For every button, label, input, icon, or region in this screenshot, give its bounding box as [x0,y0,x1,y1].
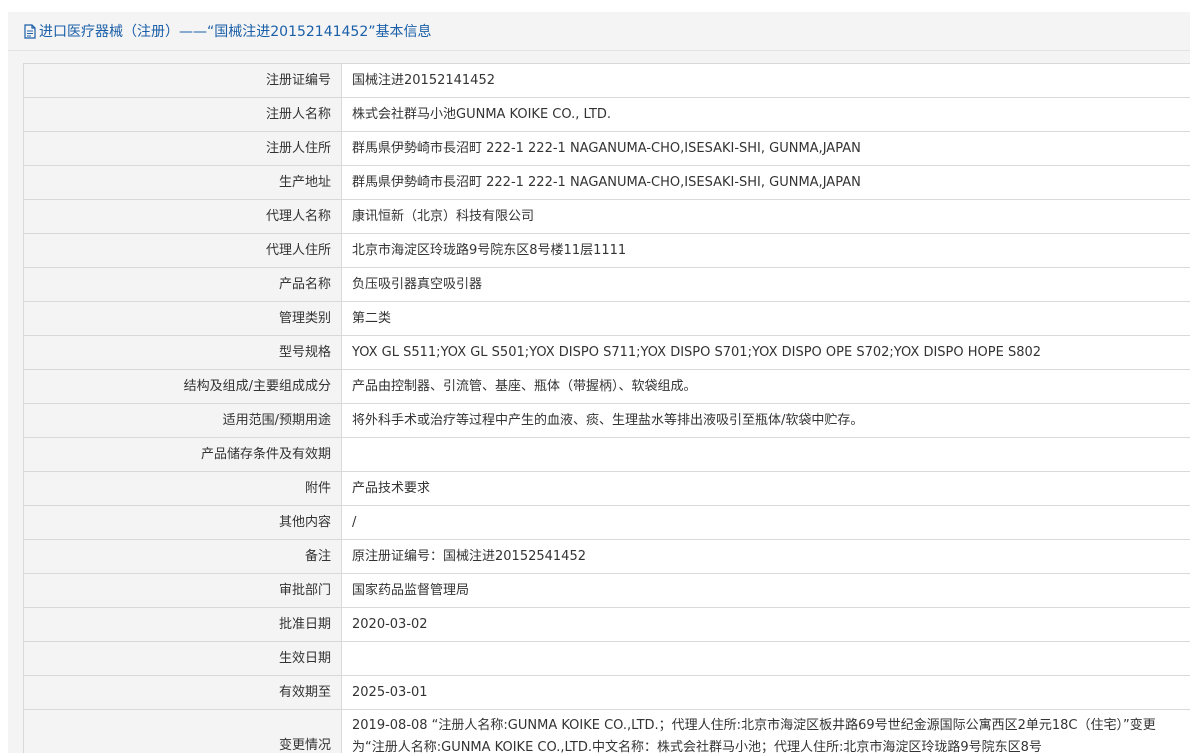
field-label: 审批部门 [23,573,342,608]
field-value: 康讯恒新（北京）科技有限公司 [341,199,1190,234]
document-icon [24,23,36,39]
field-value: 国械注进20152141452 [341,63,1190,98]
table-row: 审批部门 国家药品监督管理局 [23,573,1190,608]
field-label: 其他内容 [23,505,342,540]
field-value: / [341,505,1190,540]
page-title: 进口医疗器械（注册）——“国械注进20152141452”基本信息 [39,24,432,40]
field-value: 2025-03-01 [341,675,1190,710]
field-label: 注册人住所 [23,131,342,166]
table-row: 生产地址 群馬県伊勢崎市長沼町 222-1 222-1 NAGANUMA-CHO,… [23,165,1190,200]
field-label: 有效期至 [23,675,342,710]
field-label: 注册证编号 [23,63,342,98]
field-value: 株式会社群马小池GUNMA KOIKE CO., LTD. [341,97,1190,132]
field-label: 注册人名称 [23,97,342,132]
table-row: 变更情况 2019-08-08 “注册人名称:GUNMA KOIKE CO.,LT… [23,709,1190,753]
table-row: 产品储存条件及有效期 [23,437,1190,472]
field-value: 原注册证编号：国械注进20152541452 [341,539,1190,574]
field-label: 备注 [23,539,342,574]
field-label: 代理人住所 [23,233,342,268]
table-row: 其他内容 / [23,505,1190,540]
table-row: 产品名称 负压吸引器真空吸引器 [23,267,1190,302]
table-row: 批准日期 2020-03-02 [23,607,1190,642]
table-row: 注册人名称 株式会社群马小池GUNMA KOIKE CO., LTD. [23,97,1190,132]
field-value: 产品技术要求 [341,471,1190,506]
info-table-container: 注册证编号 国械注进20152141452 注册人名称 株式会社群马小池GUNMA K… [23,63,1190,753]
panel-header: 进口医疗器械（注册）——“国械注进20152141452”基本信息 [8,12,1190,51]
field-value: 北京市海淀区玲珑路9号院东区8号楼11层1111 [341,233,1190,268]
field-value: 产品由控制器、引流管、基座、瓶体（带握柄）、软袋组成。 [341,369,1190,404]
table-row: 适用范围/预期用途 将外科手术或治疗等过程中产生的血液、痰、生理盐水等排出液吸引至… [23,403,1190,438]
field-label: 适用范围/预期用途 [23,403,342,438]
field-label: 结构及组成/主要组成成分 [23,369,342,404]
field-label: 产品名称 [23,267,342,302]
field-value: YOX GL S511;YOX GL S501;YOX DISPO S711;Y… [341,335,1190,370]
table-row: 有效期至 2025-03-01 [23,675,1190,710]
field-value: 2020-03-02 [341,607,1190,642]
field-value: 群馬県伊勢崎市長沼町 222-1 222-1 NAGANUMA-CHO,ISES… [341,165,1190,200]
field-label: 代理人名称 [23,199,342,234]
field-label: 型号规格 [23,335,342,370]
field-value: 负压吸引器真空吸引器 [341,267,1190,302]
table-row: 代理人名称 康讯恒新（北京）科技有限公司 [23,199,1190,234]
field-label: 管理类别 [23,301,342,336]
field-value: 2019-08-08 “注册人名称:GUNMA KOIKE CO.,LTD.；代… [341,709,1190,753]
info-table: 注册证编号 国械注进20152141452 注册人名称 株式会社群马小池GUNMA K… [23,63,1190,753]
field-label: 附件 [23,471,342,506]
table-row: 注册证编号 国械注进20152141452 [23,63,1190,98]
table-row: 管理类别 第二类 [23,301,1190,336]
table-row: 附件 产品技术要求 [23,471,1190,506]
table-row: 备注 原注册证编号：国械注进20152541452 [23,539,1190,574]
field-label: 生产地址 [23,165,342,200]
field-value: 国家药品监督管理局 [341,573,1190,608]
detail-panel: 进口医疗器械（注册）——“国械注进20152141452”基本信息 注册证编号国… [8,12,1190,753]
field-value: 群馬県伊勢崎市長沼町 222-1 222-1 NAGANUMA-CHO,ISES… [341,131,1190,166]
field-value: 将外科手术或治疗等过程中产生的血液、痰、生理盐水等排出液吸引至瓶体/软袋中贮存。 [341,403,1190,438]
field-value: 第二类 [341,301,1190,336]
field-label: 生效日期 [23,641,342,676]
field-label: 批准日期 [23,607,342,642]
table-row: 注册人住所 群馬県伊勢崎市長沼町 222-1 222-1 NAGANUMA-CHO… [23,131,1190,166]
field-label: 产品储存条件及有效期 [23,437,342,472]
field-label: 变更情况 [23,709,342,753]
table-row: 结构及组成/主要组成成分 产品由控制器、引流管、基座、瓶体（带握柄）、软袋组成。 [23,369,1190,404]
field-value [341,437,1190,472]
table-row: 生效日期 [23,641,1190,676]
field-value [341,641,1190,676]
table-row: 代理人住所 北京市海淀区玲珑路9号院东区8号楼11层1111 [23,233,1190,268]
table-row: 型号规格 YOX GL S511;YOX GL S501;YOX DISPO S7… [23,335,1190,370]
